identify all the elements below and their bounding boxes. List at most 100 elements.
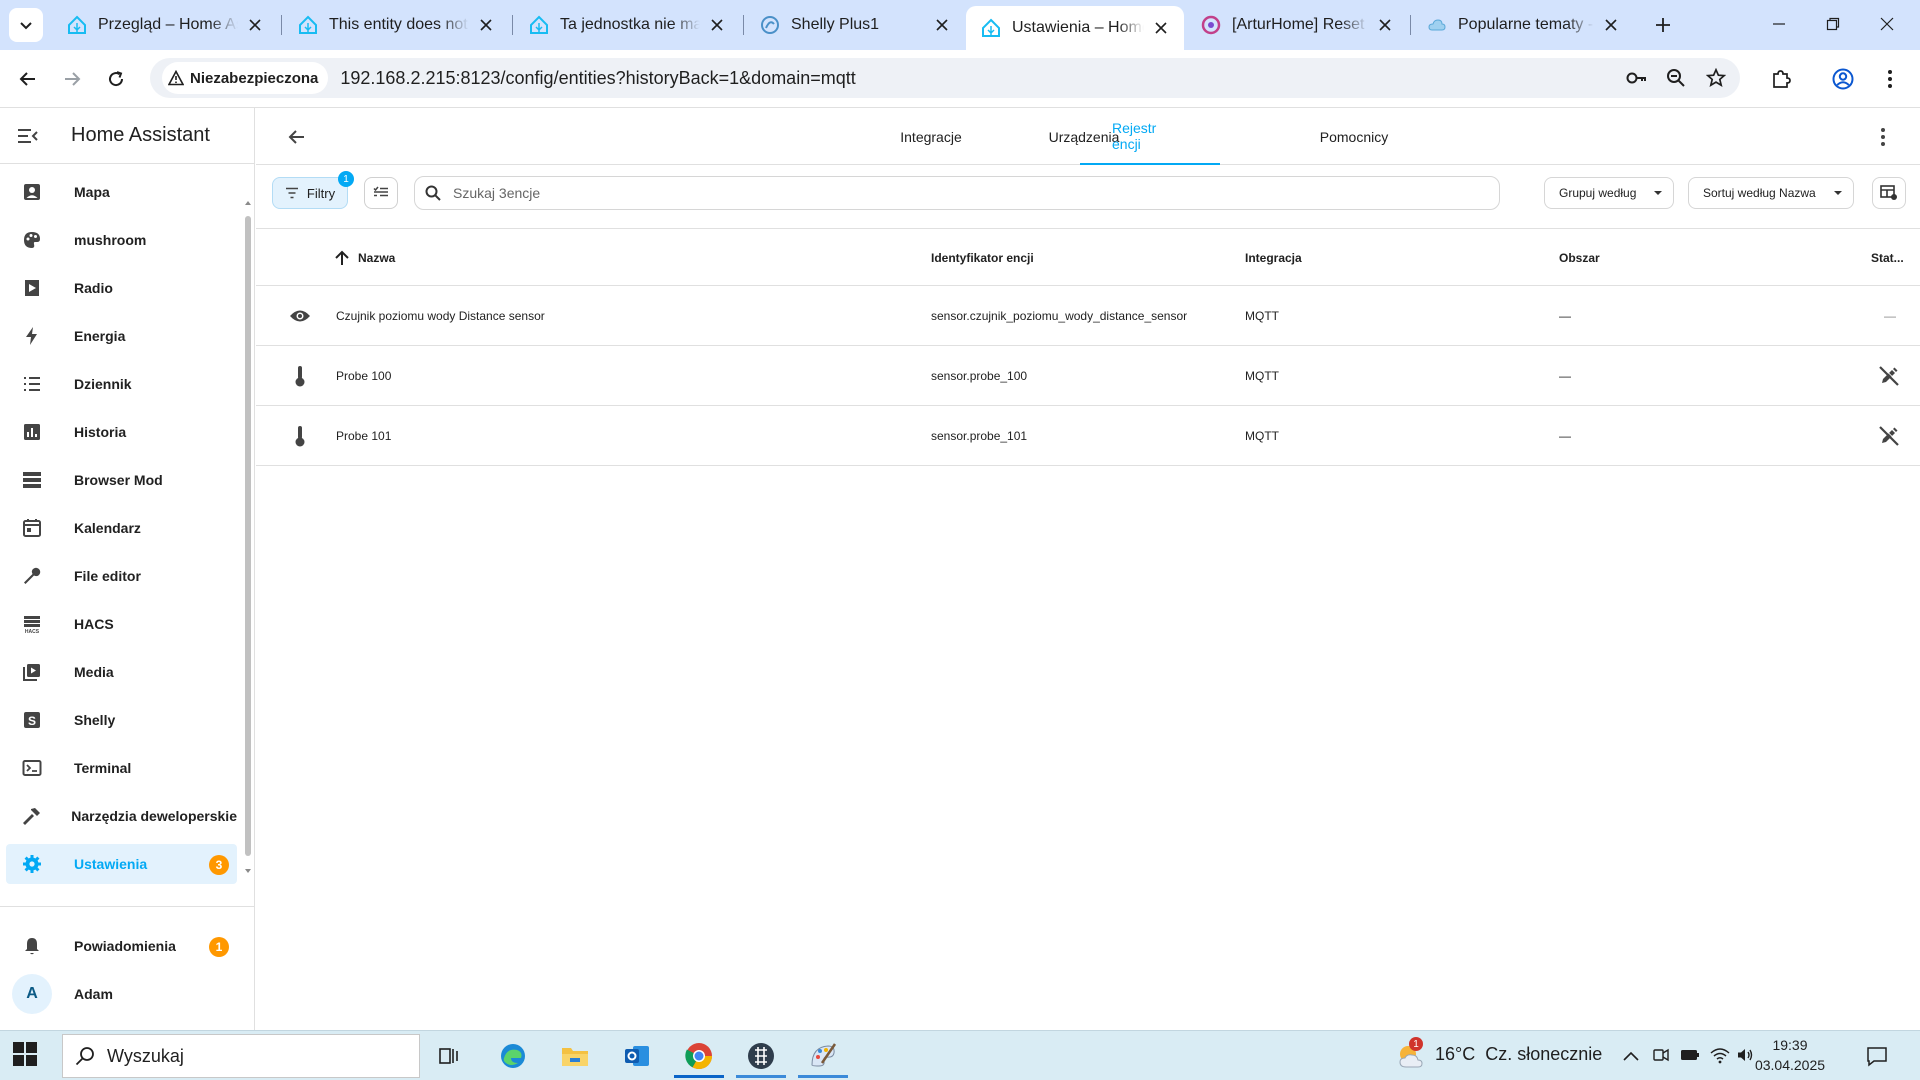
close-icon[interactable] [475, 14, 497, 36]
new-tab-button[interactable] [1648, 10, 1678, 40]
selection-mode-button[interactable] [364, 177, 398, 209]
tab-pomocnicy[interactable]: Pomocnicy [1284, 108, 1424, 165]
sidebar-toggle-button[interactable] [0, 108, 56, 164]
back-button[interactable] [12, 63, 44, 95]
close-icon[interactable] [244, 14, 266, 36]
meet-now-icon[interactable] [1652, 1046, 1670, 1069]
tab-rejestr-encji[interactable]: Rejestr encji [1080, 108, 1220, 165]
sidebar-item-powiadomienia[interactable]: Powiadomienia 1 [6, 926, 237, 966]
sidebar-item-mushroom[interactable]: mushroom [6, 220, 237, 260]
sidebar-item-radio[interactable]: Radio [6, 268, 237, 308]
sidebar-item-historia[interactable]: Historia [6, 412, 237, 452]
column-header-name[interactable]: Nazwa [334, 229, 395, 286]
clock[interactable]: 19:39 03.04.2025 [1740, 1035, 1840, 1075]
browser-tab-4[interactable]: Shelly Plus1 [745, 6, 965, 44]
taskbar-app-paint[interactable] [798, 1034, 848, 1078]
profile-button[interactable] [1827, 63, 1859, 95]
hammer-icon [10, 796, 51, 836]
taskbar-app-network[interactable] [736, 1034, 786, 1078]
close-icon[interactable] [1150, 17, 1172, 39]
restore-button[interactable] [1810, 6, 1856, 42]
taskbar-chrome[interactable] [674, 1034, 724, 1078]
browser-menu-button[interactable] [1874, 63, 1906, 95]
browser-toolbar: Niezabezpieczona 192.168.2.215:8123/conf… [0, 50, 1920, 108]
sidebar-item-mapa[interactable]: Mapa [6, 172, 237, 212]
close-icon[interactable] [706, 14, 728, 36]
tab-search-button[interactable] [9, 8, 43, 42]
filters-label: Filtry [306, 185, 336, 201]
search-box[interactable] [414, 176, 1500, 210]
scrollbar-thumb[interactable] [245, 216, 251, 856]
sidebar-item-ustawienia[interactable]: Ustawienia 3 [6, 844, 237, 884]
group-by-dropdown[interactable]: Grupuj według [1544, 177, 1674, 209]
sort-by-dropdown[interactable]: Sortuj według Nazwa [1688, 177, 1854, 209]
zoom-button[interactable] [1660, 62, 1692, 94]
minimize-icon [1773, 23, 1785, 25]
tab-integracje[interactable]: Integracje [854, 108, 1008, 165]
column-header-status[interactable]: Stat... [1871, 229, 1904, 286]
browser-tab-6[interactable]: [ArturHome] Reset haseł [1186, 6, 1408, 44]
reload-button[interactable] [100, 63, 132, 95]
tray-chevron-button[interactable] [1620, 1045, 1642, 1067]
browser-tab-5-active[interactable]: Ustawienia – Home Assistant [966, 6, 1184, 50]
taskbar-edge[interactable] [488, 1034, 538, 1078]
address-bar[interactable]: Niezabezpieczona 192.168.2.215:8123/conf… [150, 58, 1740, 98]
extensions-button[interactable] [1765, 63, 1797, 95]
taskbar-search[interactable]: Wyszukaj [62, 1034, 420, 1078]
url-text[interactable]: 192.168.2.215:8123/config/entities?histo… [340, 68, 855, 89]
sidebar-item-browser-mod[interactable]: Browser Mod [6, 460, 237, 500]
task-view-button[interactable] [424, 1034, 474, 1078]
table-row[interactable]: Czujnik poziomu wody Distance sensor sen… [256, 286, 1920, 346]
chevron-down-icon [20, 22, 32, 30]
sidebar-item-kalendarz[interactable]: Kalendarz [6, 508, 237, 548]
sidebar-item-shelly[interactable]: S Shelly [6, 700, 237, 740]
forward-button[interactable] [56, 63, 88, 95]
shelly-icon [759, 14, 781, 36]
notification-center-button[interactable] [1864, 1043, 1890, 1069]
taskbar-outlook[interactable] [612, 1034, 662, 1078]
security-indicator[interactable]: Niezabezpieczona [162, 62, 329, 94]
back-button[interactable] [280, 120, 314, 154]
close-icon[interactable] [1374, 14, 1396, 36]
thermometer-icon [280, 406, 320, 466]
bookmark-button[interactable] [1700, 62, 1732, 94]
start-button[interactable] [12, 1041, 42, 1071]
browser-tab-1[interactable]: Przegląd – Home Assistant [52, 6, 278, 44]
weather-text[interactable]: 16°C Cz. słonecznie [1435, 1044, 1602, 1065]
sidebar-item-terminal[interactable]: Terminal [6, 748, 237, 788]
close-window-button[interactable] [1864, 6, 1910, 42]
browser-tab-7[interactable]: Popularne tematy - ArturHome [1412, 6, 1634, 44]
sidebar-item-file-editor[interactable]: File editor [6, 556, 237, 596]
search-input[interactable] [453, 185, 1453, 201]
sidebar-scrollbar[interactable] [245, 188, 251, 873]
table-settings-button[interactable] [1872, 177, 1906, 209]
browser-tab-3[interactable]: Ta jednostka nie ma unikalnego ID [514, 6, 740, 44]
sidebar-item-hacs[interactable]: HACS HACS [6, 604, 237, 644]
svg-text:HACS: HACS [25, 629, 40, 634]
sidebar-item-user[interactable]: A Adam [6, 974, 237, 1014]
cell-name: Probe 100 [336, 369, 392, 383]
profile-icon [1832, 68, 1854, 90]
sidebar-item-dziennik[interactable]: Dziennik [6, 364, 237, 404]
sidebar-item-energia[interactable]: Energia [6, 316, 237, 356]
minimize-button[interactable] [1756, 6, 1802, 42]
column-header-entity-id[interactable]: Identyfikator encji [931, 229, 1034, 286]
wifi-icon[interactable] [1710, 1046, 1730, 1069]
sidebar-item-narzedzia-deweloperskie[interactable]: Narzędzia deweloperskie [6, 796, 237, 836]
battery-icon[interactable] [1680, 1048, 1700, 1067]
column-header-integration[interactable]: Integracja [1245, 229, 1302, 286]
column-header-area[interactable]: Obszar [1559, 229, 1600, 286]
overflow-menu-button[interactable] [1866, 120, 1900, 154]
filters-button[interactable]: Filtry [272, 177, 348, 209]
table-row[interactable]: Probe 100 sensor.probe_100 MQTT — [256, 346, 1920, 406]
password-key-button[interactable] [1620, 62, 1652, 94]
search-icon [75, 1047, 94, 1066]
close-icon[interactable] [931, 14, 953, 36]
close-icon[interactable] [1600, 14, 1622, 36]
browser-tab-2[interactable]: This entity does not have a unique ID [283, 6, 509, 44]
table-row[interactable]: Probe 101 sensor.probe_101 MQTT — [256, 406, 1920, 466]
sidebar-item-media[interactable]: Media [6, 652, 237, 692]
tab-title: Shelly Plus1 [791, 16, 880, 33]
cell-status: — [1884, 309, 1896, 323]
taskbar-file-explorer[interactable] [550, 1034, 600, 1078]
